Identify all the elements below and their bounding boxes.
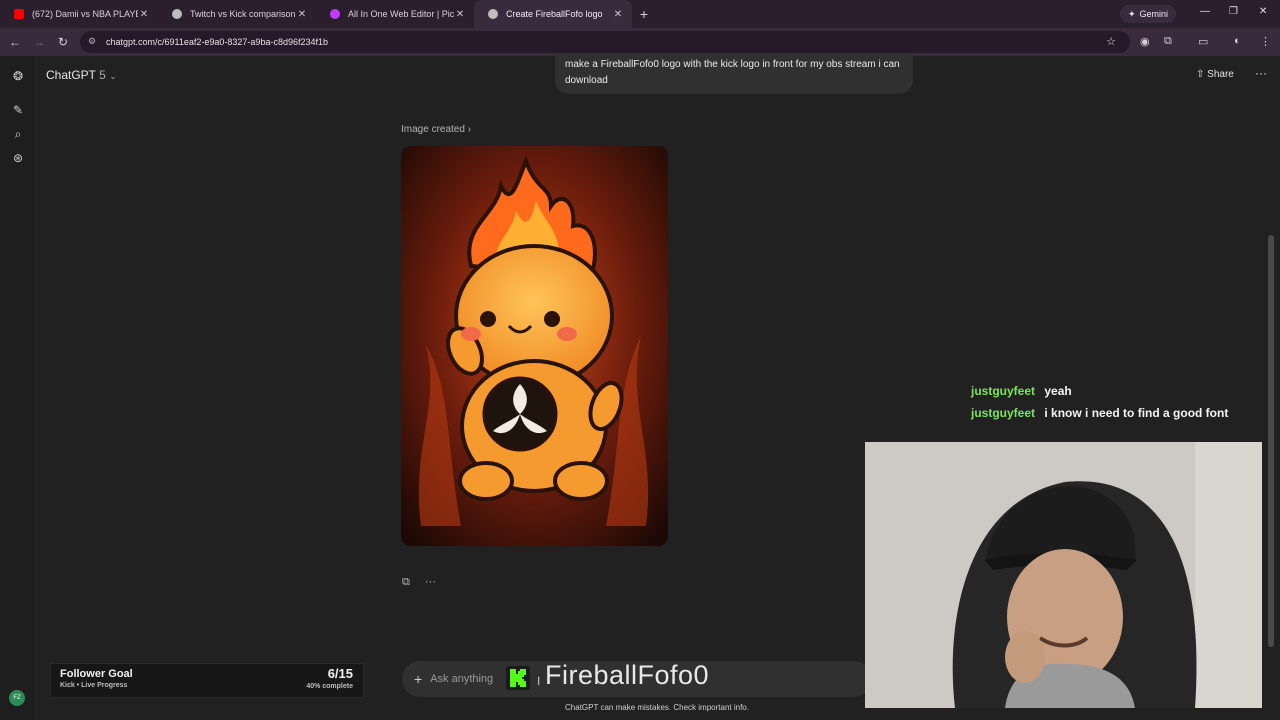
- tab-search-icon[interactable]: ▭: [1198, 35, 1208, 48]
- more-options-icon[interactable]: ···: [1255, 66, 1267, 80]
- site-info-icon[interactable]: ⚙: [88, 36, 100, 48]
- tab-title: Twitch vs Kick comparison: [190, 9, 296, 19]
- browser-toolbar: ← → ↻ ⚙ chatgpt.com/c/6911eaf2-e9a0-8327…: [0, 28, 1280, 56]
- new-chat-icon[interactable]: ✎: [10, 102, 26, 118]
- add-attachment-icon[interactable]: +: [414, 671, 422, 687]
- chat-text: i know i need to find a good font: [1044, 406, 1229, 420]
- scrollbar[interactable]: [1268, 235, 1274, 647]
- picsart-icon: [330, 9, 340, 19]
- back-icon[interactable]: ←: [3, 35, 27, 49]
- chevron-down-icon: ⌄: [109, 71, 117, 81]
- minimize-icon[interactable]: —: [1200, 6, 1210, 17]
- bookmark-star-icon[interactable]: ☆: [1106, 35, 1116, 48]
- browser-menu-icon[interactable]: ⋮: [1260, 35, 1271, 48]
- more-options-icon[interactable]: ···: [425, 576, 436, 588]
- tab-create-logo[interactable]: Create FireballFofo logo ✕: [474, 0, 632, 28]
- share-button[interactable]: ⇧ Share: [1196, 69, 1234, 80]
- close-tab-icon[interactable]: ✕: [612, 9, 624, 20]
- tab-twitch-vs-kick[interactable]: Twitch vs Kick comparison ✕: [158, 0, 316, 28]
- close-tab-icon[interactable]: ✕: [454, 9, 466, 20]
- close-tab-icon[interactable]: ✕: [296, 9, 308, 20]
- model-selector[interactable]: ChatGPT 5 ⌄: [46, 68, 117, 82]
- streamer-name-overlay: FireballFofo0: [545, 660, 710, 690]
- goal-title: Follower Goal: [60, 668, 133, 680]
- webcam-feed: [865, 442, 1262, 708]
- profile-icon[interactable]: ◐: [1234, 35, 1241, 47]
- restore-icon[interactable]: ❐: [1229, 6, 1238, 17]
- tab-picsart[interactable]: All In One Web Editor | Picsart ✕: [316, 0, 474, 28]
- composer-placeholder: Ask anything: [430, 673, 494, 685]
- extension-icon[interactable]: ◉: [1140, 35, 1150, 48]
- copy-icon[interactable]: ⧉: [402, 576, 410, 588]
- chat-message: justguyfeet i know i need to find a good…: [971, 406, 1228, 420]
- openai-logo-icon[interactable]: ❂: [10, 68, 26, 84]
- goal-count: 6/15: [327, 666, 353, 681]
- forward-icon[interactable]: →: [27, 35, 51, 49]
- goal-progress: 40% complete: [306, 683, 353, 690]
- image-actions: ⧉ ···: [402, 576, 436, 589]
- tab-title: (672) Damii vs NBA PLAYER Jos: [32, 9, 138, 19]
- close-window-icon[interactable]: ✕: [1259, 6, 1267, 17]
- url-text: chatgpt.com/c/6911eaf2-e9a0-8327-a9ba-c8…: [106, 37, 328, 47]
- youtube-icon: [14, 9, 24, 19]
- generated-image[interactable]: [401, 146, 668, 546]
- address-bar[interactable]: ⚙ chatgpt.com/c/6911eaf2-e9a0-8327-a9ba-…: [80, 31, 1130, 53]
- chatgpt-icon: [488, 9, 498, 19]
- text-cursor-icon: I: [537, 674, 541, 688]
- chevron-right-icon: ›: [467, 124, 472, 135]
- chatgpt-icon: [172, 9, 182, 19]
- kick-logo-icon: [506, 666, 530, 690]
- extensions-puzzle-icon[interactable]: ⧉: [1164, 35, 1172, 48]
- close-tab-icon[interactable]: ✕: [138, 9, 150, 20]
- chat-username: justguyfeet: [971, 384, 1036, 398]
- chat-username: justguyfeet: [971, 406, 1036, 420]
- tab-youtube[interactable]: (672) Damii vs NBA PLAYER Jos ✕: [0, 0, 158, 28]
- kick-k-glyph: [510, 669, 526, 687]
- share-icon: ⇧: [1196, 69, 1205, 80]
- reload-icon[interactable]: ↻: [51, 35, 75, 49]
- image-created-label[interactable]: Image created ›: [401, 124, 471, 135]
- tab-title: Create FireballFofo logo: [506, 9, 603, 19]
- tab-title: All In One Web Editor | Picsart: [348, 9, 454, 19]
- sidebar-rail: ❂ ✎ ⌕ ⊛: [0, 56, 36, 720]
- gemini-label: Gemini: [1139, 9, 1169, 19]
- new-tab-button[interactable]: +: [632, 6, 656, 22]
- model-version: 5: [99, 68, 106, 82]
- user-message: make a FireballFofo0 logo with the kick …: [555, 53, 913, 94]
- share-label: Share: [1207, 69, 1234, 80]
- model-name: ChatGPT: [46, 68, 96, 82]
- fire-mascot-illustration: [401, 146, 668, 546]
- library-icon[interactable]: ⊛: [10, 150, 26, 166]
- chat-text: yeah: [1044, 384, 1072, 398]
- image-created-text: Image created: [401, 124, 465, 135]
- gemini-button[interactable]: ✦ Gemini: [1120, 5, 1177, 23]
- follower-goal-widget: Follower Goal Kick • Live Progress 6/15 …: [50, 663, 364, 698]
- goal-subtitle: Kick • Live Progress: [60, 682, 128, 689]
- search-icon[interactable]: ⌕: [10, 126, 26, 142]
- chat-message: justguyfeet yeah: [971, 384, 1072, 398]
- gemini-icon: ✦: [1128, 8, 1136, 19]
- browser-tab-bar: (672) Damii vs NBA PLAYER Jos ✕ Twitch v…: [0, 0, 1280, 28]
- webcam-scene: [865, 442, 1262, 708]
